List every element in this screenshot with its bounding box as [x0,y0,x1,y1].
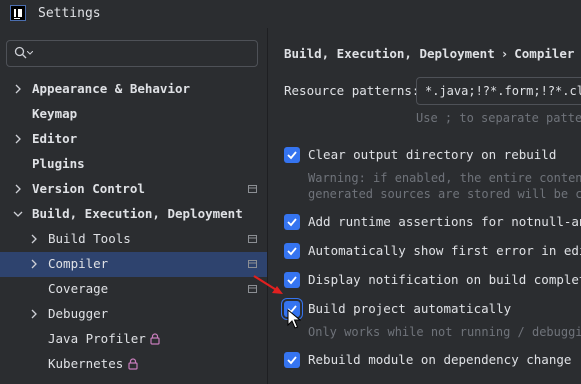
lock-icon [150,333,160,345]
checkmark-icon [287,356,297,365]
resource-patterns-label: Resource patterns: [284,83,420,98]
compiler-settings-panel: Build, Execution, Deployment › Compiler Re… [268,28,581,384]
chevron-right-icon[interactable] [13,184,23,194]
settings-sidebar: Appearance & Behavior Keymap Editor Plug… [0,28,267,384]
sidebar-item-label: Coverage [48,281,109,296]
checkmark-icon [287,247,297,256]
option-label: Add runtime assertions for notnull-anno [308,214,581,229]
lock-icon [128,358,138,370]
checkbox-checked[interactable] [284,214,300,230]
checkbox-checked[interactable] [284,147,300,163]
project-settings-icon [248,185,257,193]
sidebar-item-label: Java Profiler [48,331,146,346]
checkmark-icon [287,151,297,160]
option-label: Clear output directory on rebuild [308,147,557,162]
breadcrumb: Build, Execution, Deployment › Compiler [284,46,574,61]
chevron-right-icon[interactable] [29,309,39,319]
option-label: Rebuild module on dependency change [308,352,572,367]
sidebar-item-editor[interactable]: Editor [0,127,267,152]
sidebar-item-keymap[interactable]: Keymap [0,102,267,127]
sidebar-item-label: Appearance & Behavior [32,81,191,96]
checkmark-icon [287,276,297,285]
option-note: Warning: if enabled, the entire content [308,171,581,185]
search-icon[interactable] [14,46,28,60]
sidebar-item-label: Keymap [32,106,78,121]
breadcrumb-current: Compiler [514,46,575,61]
option-label: Automatically show first error in edito [308,243,581,258]
sidebar-item-label: Editor [32,131,78,146]
sidebar-item-label: Kubernetes [48,356,124,371]
window-title: Settings [38,6,101,21]
sidebar-item-plugins[interactable]: Plugins [0,152,267,177]
sidebar-item-build-execution-deployment[interactable]: Build, Execution, Deployment [0,202,267,227]
sidebar-item-label: Build Tools [48,231,131,246]
checkbox-checked[interactable] [284,243,300,259]
sidebar-item-kubernetes[interactable]: Kubernetes [0,352,267,377]
chevron-right-icon[interactable] [13,134,23,144]
sidebar-item-java-profiler[interactable]: Java Profiler [0,327,267,352]
search-input[interactable] [41,44,245,64]
option-label: Display notification on build completio [308,272,581,287]
sidebar-item-label: Build, Execution, Deployment [32,206,243,221]
project-settings-icon [248,235,257,243]
sidebar-item-label: Debugger [48,306,109,321]
annotation-arrow-icon [253,275,283,294]
option-note: generated sources are stored will be cl [308,187,581,201]
sidebar-item-label: Plugins [32,156,85,171]
search-box[interactable] [6,40,258,67]
resource-patterns-hint: Use ; to separate patter [416,111,581,125]
search-options-chevron-icon[interactable] [27,51,33,55]
resource-patterns-input[interactable]: *.java;!?*.form;!?*.class; [416,77,581,105]
sidebar-item-version-control[interactable]: Version Control [0,177,267,202]
mouse-cursor-icon [287,309,301,329]
sidebar-item-debugger[interactable]: Debugger [0,302,267,327]
breadcrumb-separator: › [500,46,509,61]
checkbox-checked[interactable] [284,272,300,288]
sidebar-item-build-tools[interactable]: Build Tools [0,227,267,252]
title-bar: Settings [0,0,581,28]
chevron-down-icon[interactable] [13,209,23,219]
sidebar-item-label: Compiler [48,256,109,271]
app-logo-icon [10,5,26,21]
chevron-right-icon[interactable] [29,259,39,269]
checkbox-checked[interactable] [284,352,300,368]
resource-patterns-value: *.java;!?*.form;!?*.class; [425,84,581,98]
chevron-right-icon[interactable] [13,84,23,94]
chevron-right-icon[interactable] [29,234,39,244]
project-settings-icon [248,260,257,268]
breadcrumb-parent[interactable]: Build, Execution, Deployment [284,46,495,61]
option-note: Only works while not running / debugging [308,325,581,339]
sidebar-item-coverage[interactable]: Coverage [0,277,267,302]
checkmark-icon [287,218,297,227]
sidebar-item-appearance-behavior[interactable]: Appearance & Behavior [0,77,267,102]
sidebar-item-compiler[interactable]: Compiler [0,252,267,277]
option-label: Build project automatically [308,301,512,316]
sidebar-item-label: Version Control [32,181,145,196]
